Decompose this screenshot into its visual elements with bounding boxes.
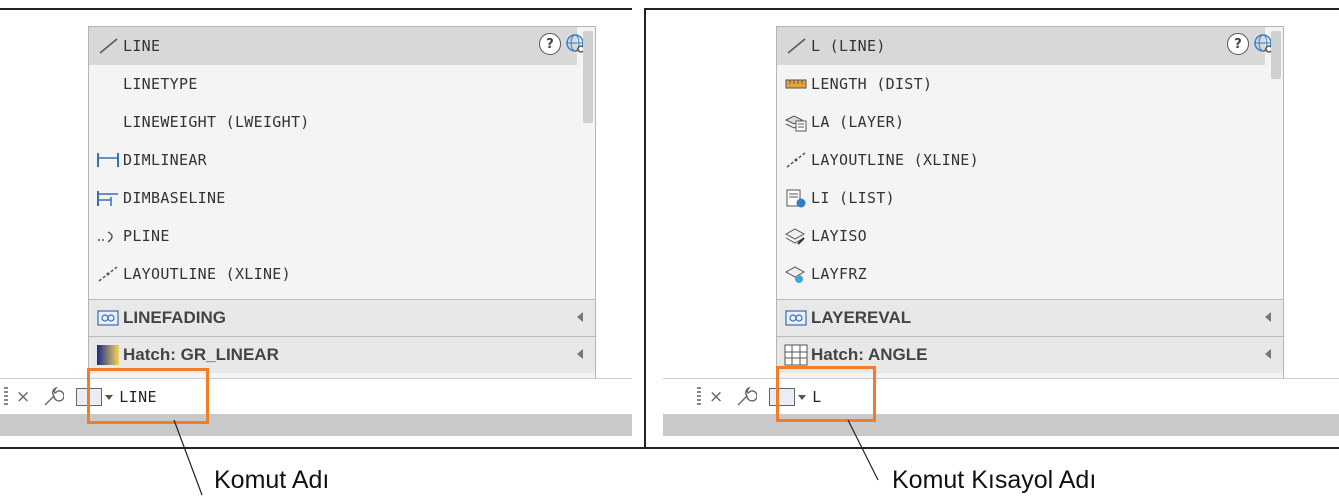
callout-lines [173,419,879,496]
command-name-callout: Komut Adı [214,466,330,494]
command-shortcut-callout: Komut Kısayol Adı [892,466,1097,494]
